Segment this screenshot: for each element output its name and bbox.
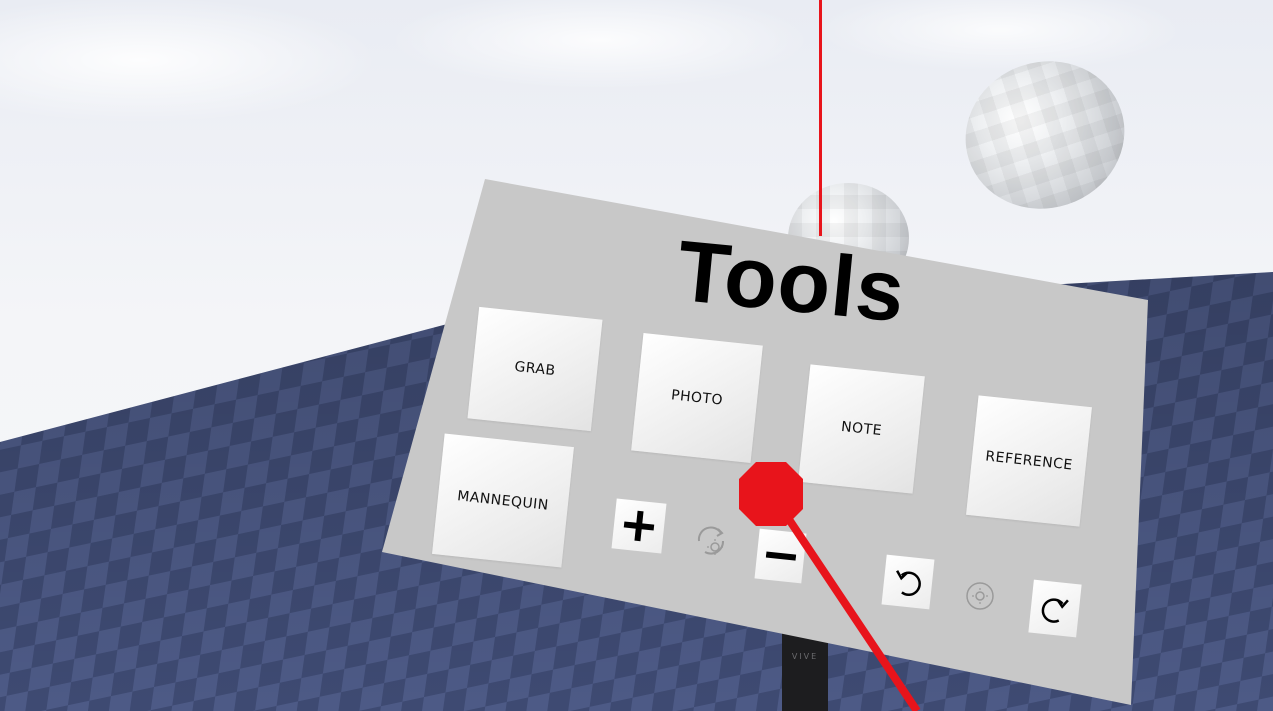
orbit-light-icon[interactable] — [960, 576, 1000, 616]
plus-icon — [623, 510, 655, 542]
photo-tool-button[interactable]: PHOTO — [631, 333, 763, 463]
increase-button[interactable] — [611, 498, 667, 554]
undo-button[interactable] — [881, 554, 935, 610]
laser-pointer-dot — [739, 462, 803, 526]
reference-tool-button[interactable]: REFERENCE — [966, 395, 1092, 527]
undo-icon — [896, 570, 921, 596]
decrease-button[interactable] — [754, 528, 807, 584]
vr-scene: VIVE Tools GRAB PHOTO NOTE REFERENCE MAN… — [0, 0, 1273, 711]
redo-button[interactable] — [1028, 579, 1082, 638]
minus-icon — [765, 551, 796, 561]
laser-pointer-upper — [819, 0, 822, 236]
controller-brand-label: VIVE — [791, 652, 819, 661]
mannequin-tool-button[interactable]: MANNEQUIN — [432, 433, 574, 568]
tools-panel-title: Tools — [673, 223, 910, 341]
rotate-light-icon[interactable] — [691, 521, 731, 561]
note-tool-button[interactable]: NOTE — [798, 364, 925, 494]
redo-icon — [1041, 597, 1069, 623]
vive-controller: VIVE — [782, 600, 828, 711]
grab-tool-button[interactable]: GRAB — [467, 306, 603, 432]
